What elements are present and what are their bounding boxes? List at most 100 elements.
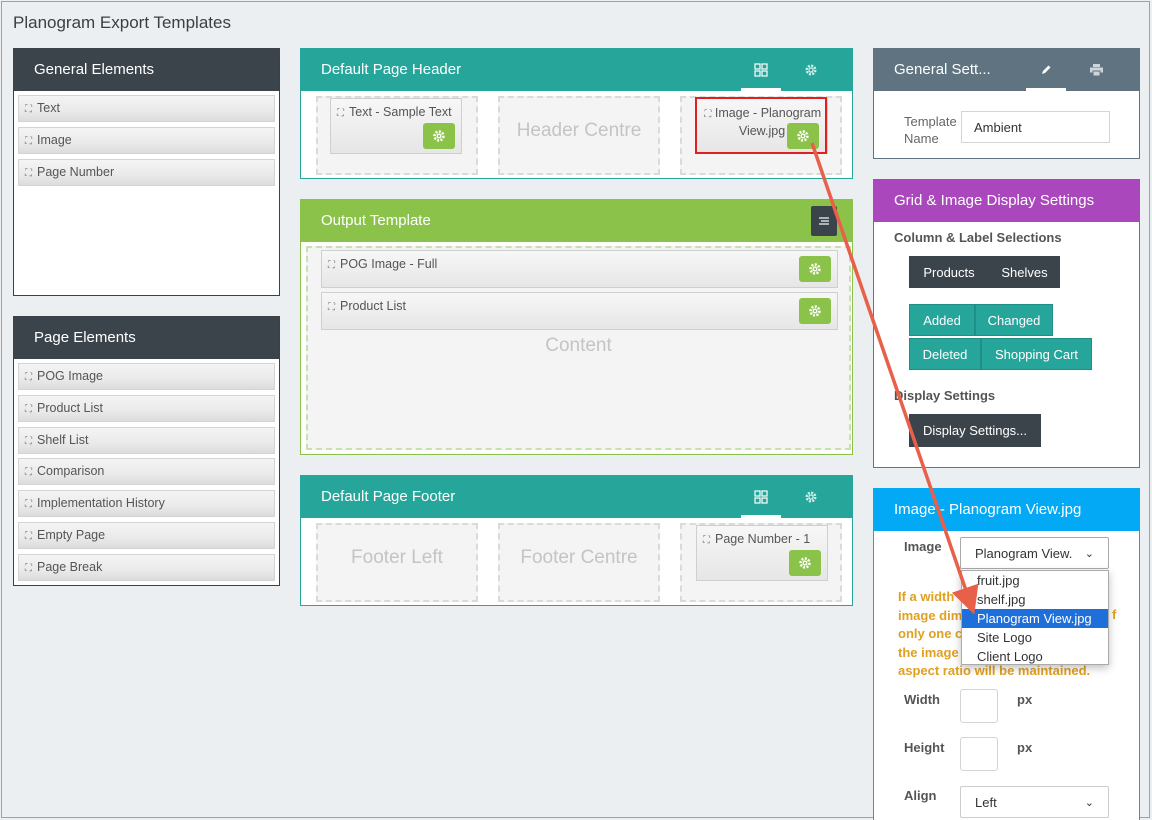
page-element-comparison[interactable]: ⛶ Comparison — [18, 458, 275, 486]
move-icon: ⛶ — [25, 403, 32, 415]
general-element-text[interactable]: ⛶ Text — [18, 95, 275, 122]
products-button[interactable]: Products — [909, 256, 989, 288]
text-card-settings-button[interactable] — [423, 123, 455, 149]
image-dropdown-list: fruit.jpg shelf.jpg Planogram View.jpg S… — [961, 570, 1109, 665]
display-settings-button[interactable]: Display Settings... — [909, 414, 1041, 447]
gear-icon — [809, 263, 821, 275]
image-settings-title: Image - Planogram View.jpg — [874, 489, 1139, 531]
footer-centre-label: Footer Centre — [520, 547, 638, 568]
gear-icon — [809, 305, 821, 317]
page-elements-title: Page Elements — [14, 317, 279, 359]
page-element-product-list[interactable]: ⛶ Product List — [18, 394, 275, 422]
move-icon: ⛶ — [703, 535, 710, 546]
shopping-cart-button[interactable]: Shopping Cart — [981, 338, 1092, 370]
default-page-header-title: Default Page Header — [301, 49, 852, 91]
pog-image-settings-button[interactable] — [799, 256, 831, 282]
dropdown-option-client-logo[interactable]: Client Logo — [962, 647, 1108, 666]
general-settings-title: General Sett... — [874, 49, 1139, 91]
page-element-empty-page[interactable]: ⛶ Empty Page — [18, 521, 275, 549]
collapse-icon[interactable] — [811, 206, 837, 236]
height-label: Height — [904, 740, 945, 755]
added-button[interactable]: Added — [909, 304, 975, 336]
width-px-unit: px — [1017, 692, 1033, 707]
dropdown-option-planogram-view[interactable]: Planogram View.jpg — [962, 609, 1108, 628]
footer-page-number-card[interactable]: ⛶ Page Number - 1 — [696, 525, 828, 581]
template-name-label: Template Name — [904, 114, 957, 146]
chevron-down-icon: ⌄ — [1084, 796, 1094, 809]
move-icon: ⛶ — [25, 104, 32, 115]
warning-tail-text: f — [1112, 607, 1117, 622]
image-select-value: Planogram View. — [975, 545, 1073, 561]
page-element-shelf-list[interactable]: ⛶ Shelf List — [18, 426, 275, 454]
changed-button[interactable]: Changed — [975, 304, 1053, 336]
header-text-card[interactable]: ⛶ Text - Sample Text — [330, 98, 462, 154]
display-settings-label: Display Settings — [894, 388, 996, 403]
output-template-panel: Output Template ⛶ POG Image - Full ⛶ Produ… — [300, 199, 853, 455]
general-settings-panel: General Sett... Template Name Ambient — [873, 48, 1140, 159]
pencil-icon[interactable] — [1026, 49, 1066, 91]
grid-layout-icon[interactable] — [741, 49, 781, 91]
chevron-down-icon: ⌄ — [1084, 547, 1094, 560]
page-element-pog-image[interactable]: ⛶ POG Image — [18, 363, 275, 390]
dropdown-option-site-logo[interactable]: Site Logo — [962, 628, 1108, 647]
header-settings-gear-icon[interactable] — [791, 49, 831, 91]
output-row-pog-image[interactable]: ⛶ POG Image - Full — [321, 250, 838, 288]
move-icon: ⛶ — [25, 530, 32, 542]
image-select[interactable]: Planogram View. ⌄ — [960, 537, 1109, 569]
align-label: Align — [904, 788, 937, 803]
page-element-page-break[interactable]: ⛶ Page Break — [18, 553, 275, 581]
header-left-zone[interactable]: ⛶ Text - Sample Text — [316, 96, 478, 175]
footer-settings-gear-icon[interactable] — [791, 476, 831, 518]
default-page-footer-panel: Default Page Footer Footer Left Footer C… — [300, 475, 853, 606]
dropdown-option-shelf[interactable]: shelf.jpg — [962, 590, 1108, 609]
move-icon: ⛶ — [328, 302, 335, 313]
grid-layout-icon[interactable] — [741, 476, 781, 518]
page-number-settings-button[interactable] — [789, 550, 821, 576]
dropdown-option-fruit[interactable]: fruit.jpg — [962, 571, 1108, 590]
template-name-input[interactable]: Ambient — [961, 111, 1110, 143]
width-input[interactable] — [960, 689, 998, 723]
general-element-image[interactable]: ⛶ Image — [18, 126, 275, 154]
footer-left-zone[interactable]: Footer Left — [316, 523, 478, 602]
print-icon[interactable] — [1076, 49, 1116, 91]
move-icon: ⛶ — [25, 435, 32, 447]
general-elements-title: General Elements — [14, 49, 279, 91]
grid-image-settings-title: Grid & Image Display Settings — [874, 180, 1139, 222]
highlight-box — [695, 97, 827, 154]
default-page-footer-title: Default Page Footer — [301, 476, 852, 518]
header-centre-zone[interactable]: Header Centre — [498, 96, 660, 175]
grid-image-settings-panel: Grid & Image Display Settings Column & L… — [873, 179, 1140, 468]
page-element-implementation-history[interactable]: ⛶ Implementation History — [18, 490, 275, 518]
move-icon: ⛶ — [25, 562, 32, 574]
move-icon: ⛶ — [25, 467, 32, 479]
header-title-text: Default Page Header — [321, 61, 462, 78]
shelves-button[interactable]: Shelves — [989, 256, 1060, 288]
footer-right-zone[interactable]: ⛶ Page Number - 1 — [680, 523, 842, 602]
height-input[interactable] — [960, 737, 998, 771]
image-label: Image — [904, 539, 942, 554]
footer-centre-zone[interactable]: Footer Centre — [498, 523, 660, 602]
output-row-product-list[interactable]: ⛶ Product List — [321, 292, 838, 330]
footer-left-label: Footer Left — [351, 547, 443, 568]
content-zone[interactable]: ⛶ POG Image - Full ⛶ Product List Content — [306, 246, 851, 450]
align-select-value: Left — [975, 794, 997, 810]
deleted-button[interactable]: Deleted — [909, 338, 981, 370]
page-elements-panel: Page Elements ⛶ POG Image ⛶ Product List ⛶… — [13, 316, 280, 586]
move-icon: ⛶ — [25, 499, 32, 511]
content-label: Content — [545, 335, 612, 356]
height-px-unit: px — [1017, 740, 1033, 755]
width-label: Width — [904, 692, 940, 707]
output-template-title: Output Template — [301, 200, 852, 242]
move-icon: ⛶ — [25, 167, 32, 179]
move-icon: ⛶ — [328, 260, 335, 271]
product-list-settings-button[interactable] — [799, 298, 831, 324]
page-title: Planogram Export Templates — [13, 13, 231, 32]
footer-title-text: Default Page Footer — [321, 488, 456, 505]
column-label-selections-label: Column & Label Selections — [894, 230, 1062, 245]
move-icon: ⛶ — [25, 372, 32, 383]
output-title-text: Output Template — [321, 212, 431, 229]
move-icon: ⛶ — [337, 108, 344, 119]
align-select[interactable]: Left ⌄ — [960, 786, 1109, 818]
general-element-page-number[interactable]: ⛶ Page Number — [18, 158, 275, 186]
move-icon: ⛶ — [25, 135, 32, 147]
